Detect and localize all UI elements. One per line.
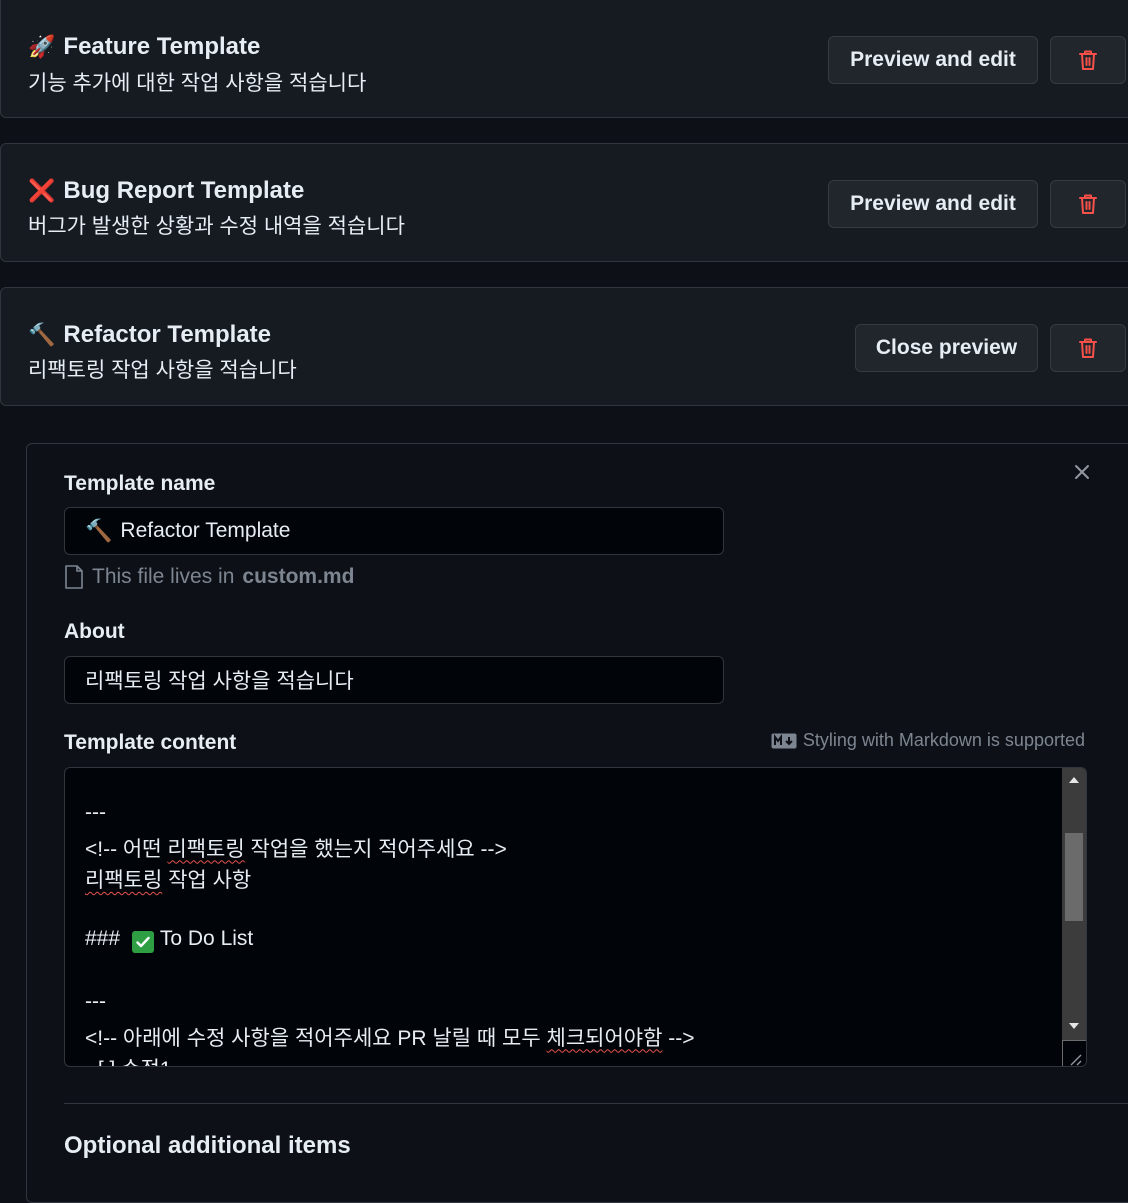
delete-template-button[interactable] (1050, 180, 1126, 228)
hammer-icon: 🔨 (85, 518, 113, 544)
about-input[interactable]: 리팩토링 작업 사항을 적습니다 (64, 656, 724, 704)
template-content-textarea[interactable]: --- <!-- 어떤 리팩토링 작업을 했는지 적어주세요 --> 리팩토링 … (64, 767, 1087, 1067)
template-description: 버그가 발생한 상황과 수정 내역을 적습니다 (28, 215, 405, 238)
template-content-label: Template content (64, 731, 237, 754)
template-editor-panel: Template name 🔨 Refactor Template This f… (26, 443, 1128, 1203)
template-description: 리팩토링 작업 사항을 적습니다 (28, 359, 297, 382)
content-line (85, 959, 1056, 991)
delete-template-button[interactable] (1050, 36, 1126, 84)
resize-handle-icon[interactable] (1062, 1040, 1086, 1066)
preview-and-edit-button[interactable]: Preview and edit (828, 36, 1038, 84)
markdown-support-note[interactable]: Styling with Markdown is supported (771, 730, 1085, 751)
preview-and-edit-button[interactable]: Preview and edit (828, 180, 1038, 228)
hammer-icon: 🔨 (28, 322, 56, 348)
trash-icon (1079, 338, 1097, 358)
content-line: 리팩토링 작업 사항 (85, 869, 252, 892)
template-description: 기능 추가에 대한 작업 사항을 적습니다 (28, 72, 367, 95)
file-icon (65, 565, 83, 589)
textarea-content: --- <!-- 어떤 리팩토링 작업을 했는지 적어주세요 --> 리팩토링 … (85, 801, 1056, 1066)
optional-items-title: Optional additional items (64, 1132, 351, 1159)
content-line (85, 896, 1056, 928)
close-icon[interactable] (1069, 459, 1095, 485)
scroll-thumb[interactable] (1065, 833, 1083, 921)
textarea-scrollbar[interactable] (1062, 768, 1086, 1066)
content-line: --- (85, 990, 106, 1013)
content-line: <!-- 아래에 수정 사항을 적어주세요 PR 날릴 때 모두 체크되어야함 … (85, 1026, 695, 1050)
check-mark-icon (131, 931, 154, 953)
cross-mark-icon: ❌ (28, 178, 56, 204)
delete-template-button[interactable] (1050, 324, 1126, 372)
template-name-label: Template name (64, 472, 216, 495)
scroll-up-icon[interactable] (1062, 770, 1086, 790)
rocket-icon: 🚀 (28, 34, 56, 60)
content-line: --- (85, 801, 106, 824)
file-location-hint: This file lives in custom.md (64, 565, 354, 589)
trash-icon (1079, 50, 1097, 70)
about-label: About (64, 620, 125, 643)
template-card-bug-report: ❌ Bug Report Template 버그가 발생한 상황과 수정 내역을… (0, 143, 1128, 262)
template-card-refactor: 🔨 Refactor Template 리팩토링 작업 사항을 적습니다 Clo… (0, 287, 1128, 406)
section-divider (64, 1103, 1128, 1104)
template-title: 🚀 Feature Template (28, 33, 261, 60)
trash-icon (1079, 194, 1097, 214)
content-line: - [ ] 수정1 (85, 1053, 1056, 1066)
template-title: 🔨 Refactor Template (28, 321, 272, 348)
content-line: <!-- 어떤 리팩토링 작업을 했는지 적어주세요 --> (85, 837, 507, 861)
template-title: ❌ Bug Report Template (28, 177, 305, 204)
scroll-down-icon[interactable] (1062, 1016, 1086, 1036)
content-line: ### To Do List (85, 927, 1056, 959)
template-name-input[interactable]: 🔨 Refactor Template (64, 507, 724, 555)
close-preview-button[interactable]: Close preview (855, 324, 1038, 372)
template-card-feature: 🚀 Feature Template 기능 추가에 대한 작업 사항을 적습니다… (0, 0, 1128, 118)
markdown-icon (771, 733, 797, 748)
